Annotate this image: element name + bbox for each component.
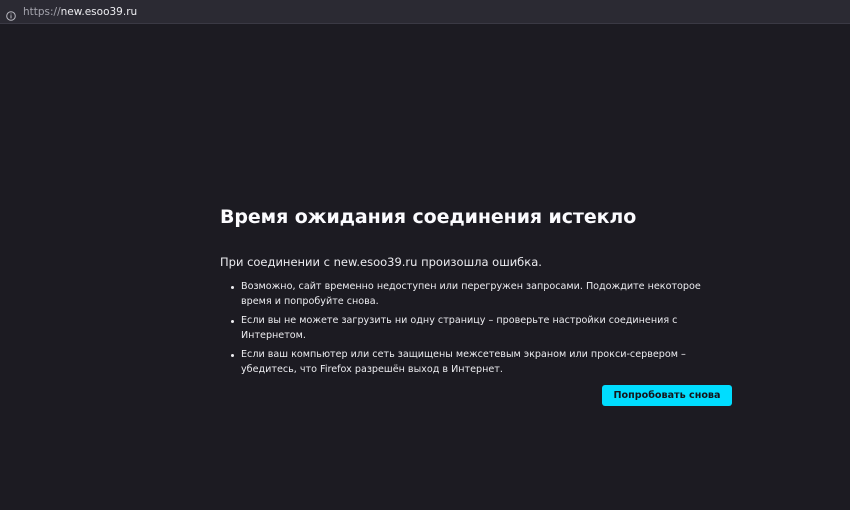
page-title: Время ожидания соединения истекло (220, 206, 637, 228)
suggestion-item: Если ваш компьютер или сеть защищены меж… (220, 348, 725, 377)
try-again-button[interactable]: Попробовать снова (602, 385, 732, 406)
suggestion-item: Если вы не можете загрузить ни одну стра… (220, 314, 725, 343)
url-bar[interactable]: https://new.esoo39.ru (0, 0, 850, 24)
info-icon[interactable] (6, 6, 16, 21)
error-intro: При соединении с new.esoo39.ru произошла… (220, 255, 542, 269)
url-scheme: https:// (23, 6, 61, 18)
url-text[interactable]: https://new.esoo39.ru (23, 5, 137, 19)
error-page: Время ожидания соединения истекло При со… (220, 204, 740, 406)
suggestion-item: Возможно, сайт временно недоступен или п… (220, 280, 725, 309)
suggestion-list: Возможно, сайт временно недоступен или п… (220, 280, 725, 383)
url-host: new.esoo39.ru (60, 6, 138, 18)
